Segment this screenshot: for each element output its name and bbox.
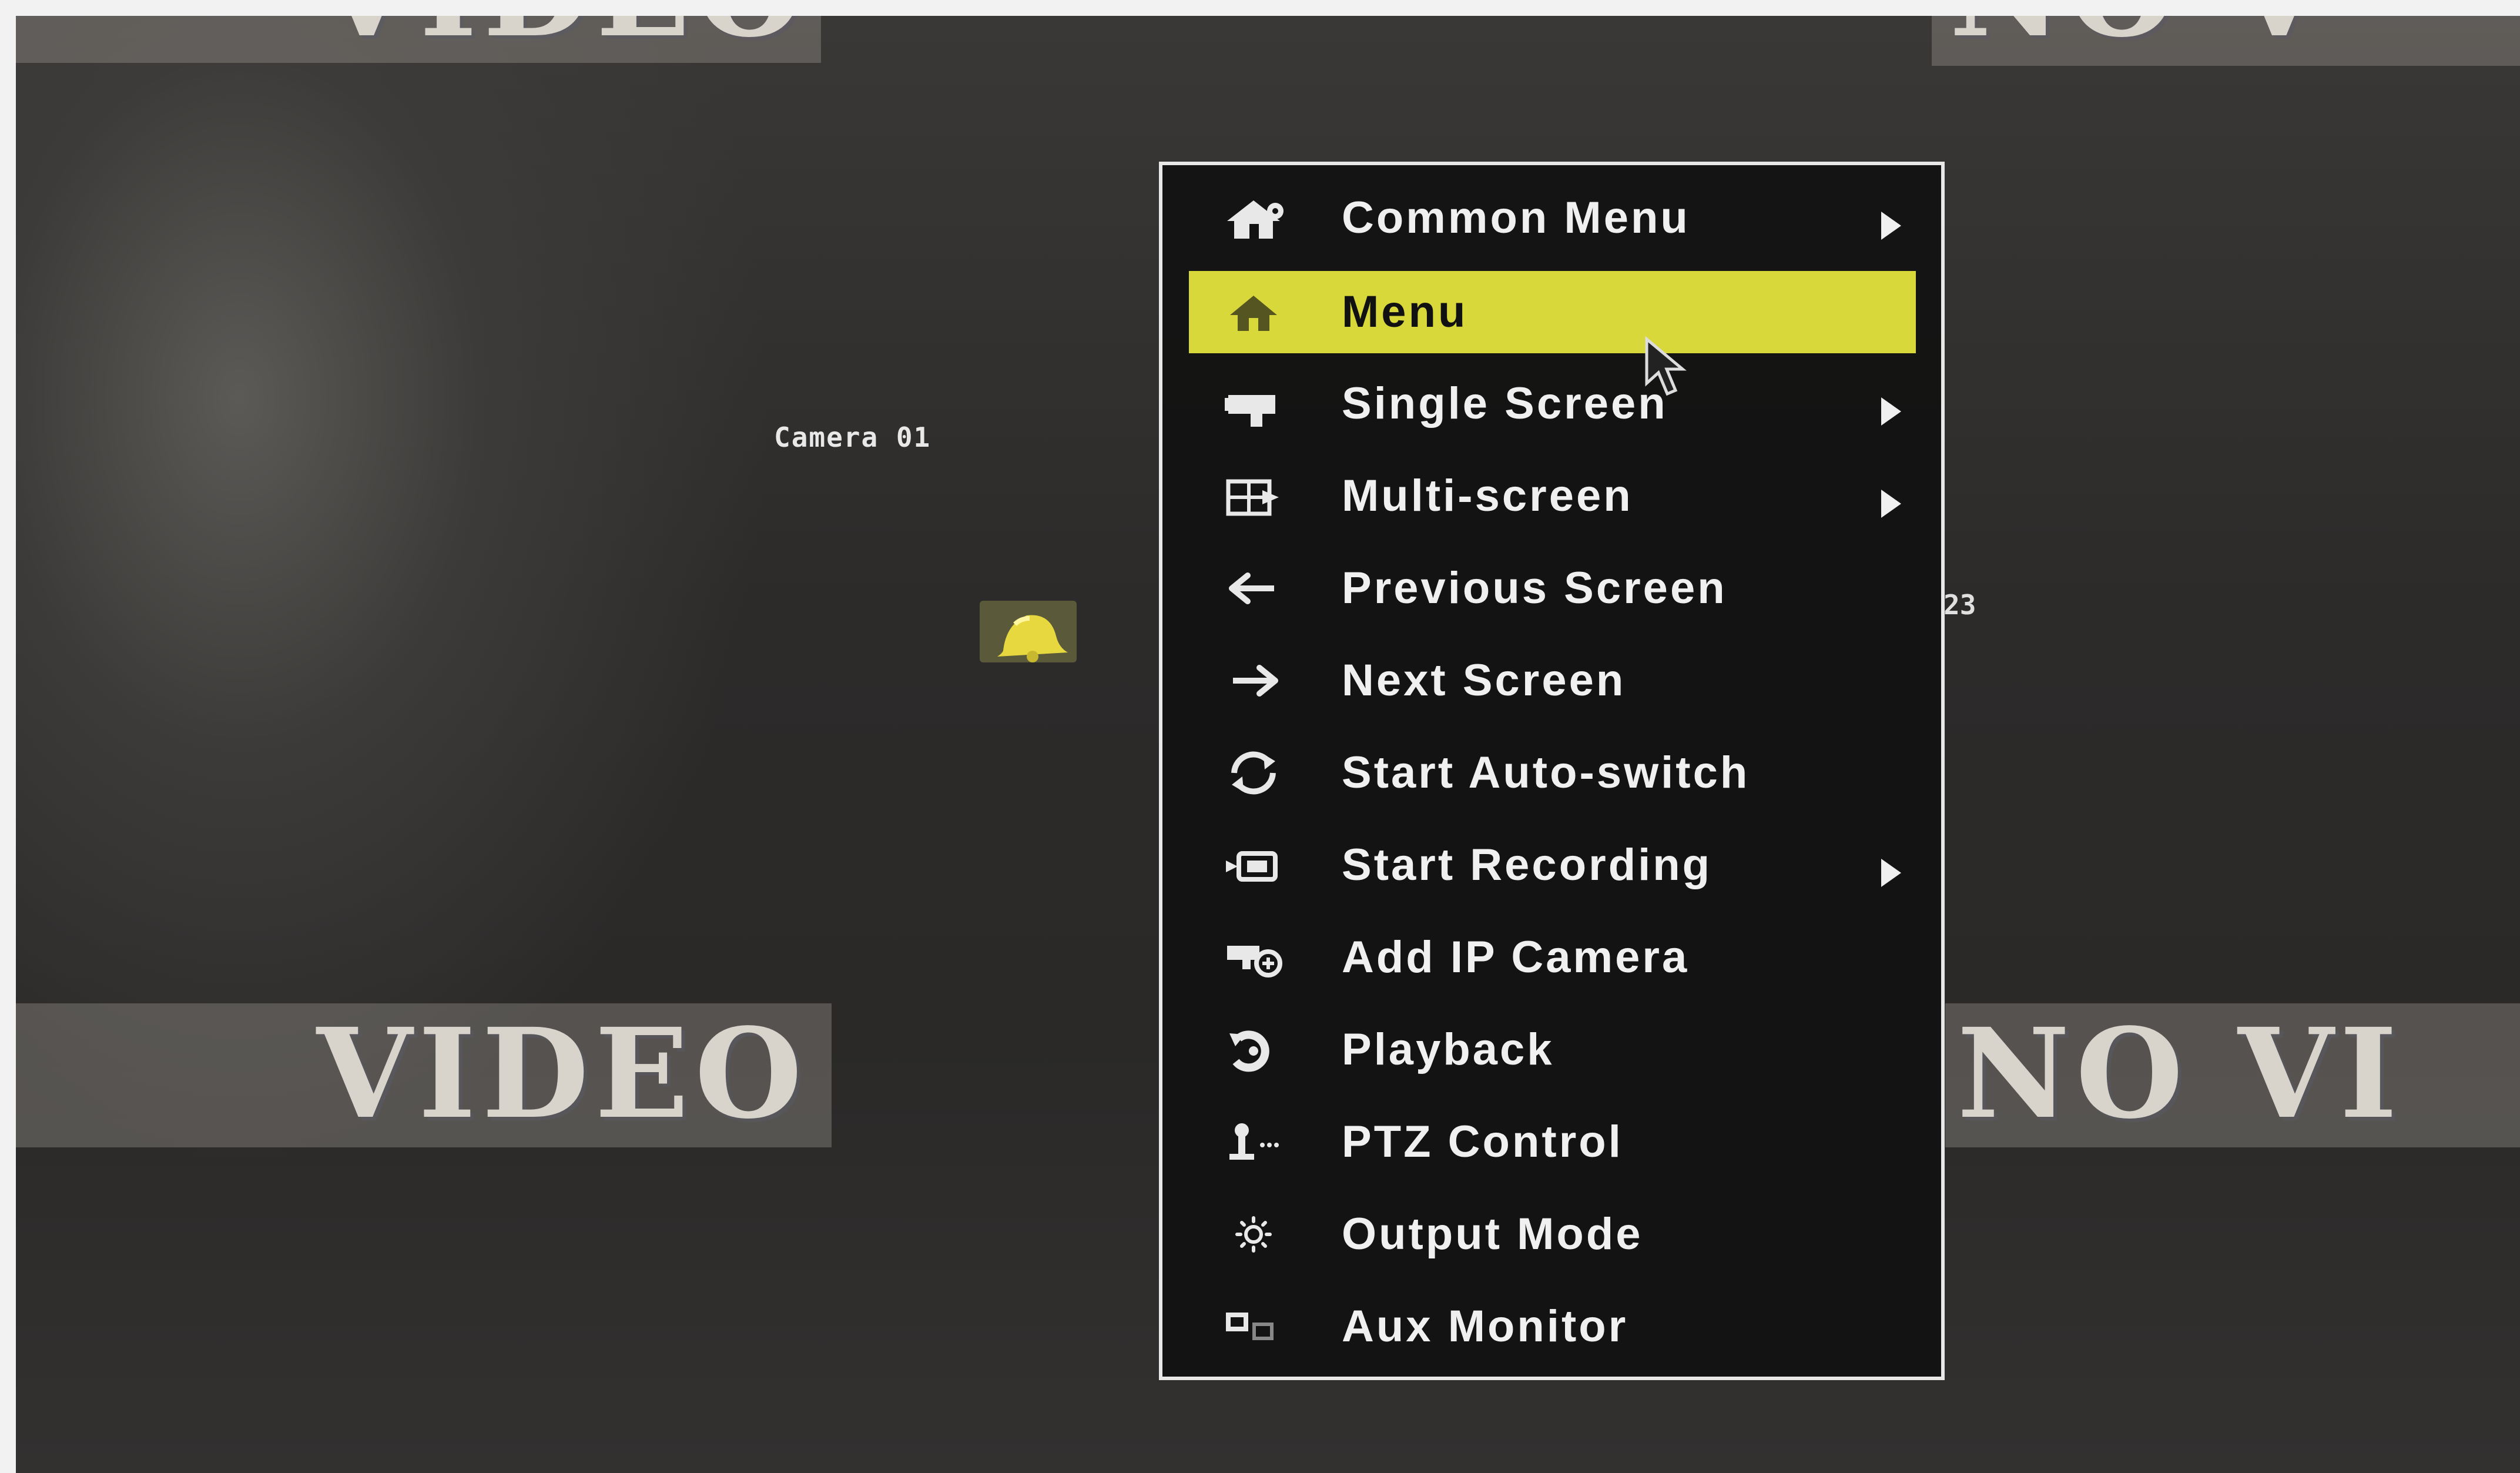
channel-number: 23 bbox=[1943, 589, 1976, 621]
menu-item-ptz-control[interactable]: PTZ Control bbox=[1189, 1101, 1916, 1183]
menu-item-label: Add IP Camera bbox=[1342, 932, 1690, 982]
no-video-banner-top-right: NO V bbox=[1932, 16, 2520, 66]
arrow-left-icon bbox=[1221, 559, 1292, 618]
menu-item-label: Playback bbox=[1342, 1025, 1554, 1074]
live-view-screen: VIDEO NO V VIDEO NO VI Camera 01 23 Comm… bbox=[16, 16, 2520, 1473]
add-camera-icon bbox=[1221, 928, 1292, 987]
camera-icon bbox=[1221, 374, 1292, 433]
menu-item-add-ip-camera[interactable]: Add IP Camera bbox=[1189, 916, 1916, 999]
menu-item-label: Next Screen bbox=[1342, 655, 1626, 705]
arrow-right-icon bbox=[1221, 651, 1292, 710]
menu-item-menu[interactable]: Menu bbox=[1189, 271, 1916, 353]
menu-item-start-recording[interactable]: Start Recording bbox=[1189, 824, 1916, 906]
menu-item-playback[interactable]: Playback bbox=[1189, 1009, 1916, 1091]
menu-item-label: Menu bbox=[1342, 287, 1468, 337]
menu-item-previous-screen[interactable]: Previous Screen bbox=[1189, 547, 1916, 630]
camera-label: Camera 01 bbox=[774, 421, 931, 453]
menu-item-label: Start Auto-switch bbox=[1342, 748, 1750, 798]
menu-item-start-auto-switch[interactable]: Start Auto-switch bbox=[1189, 732, 1916, 814]
menu-item-label: Single Screen bbox=[1342, 379, 1668, 428]
record-icon bbox=[1221, 836, 1292, 895]
mouse-cursor-icon bbox=[1644, 336, 1697, 401]
submenu-arrow-icon bbox=[1876, 849, 1906, 887]
menu-item-label: Output Mode bbox=[1342, 1209, 1643, 1259]
refresh-icon bbox=[1221, 744, 1292, 802]
context-menu: Common Menu Menu Single Screen Multi-scr… bbox=[1159, 162, 1945, 1380]
menu-item-label: Previous Screen bbox=[1342, 563, 1727, 613]
multi-screen-icon bbox=[1221, 467, 1292, 525]
menu-item-output-mode[interactable]: Output Mode bbox=[1189, 1193, 1916, 1276]
menu-item-label: Aux Monitor bbox=[1342, 1301, 1628, 1351]
home-icon bbox=[1221, 283, 1292, 342]
alarm-bell-icon bbox=[980, 601, 1077, 662]
no-video-banner-bottom-left: VIDEO bbox=[16, 1003, 832, 1147]
home-gear-icon bbox=[1221, 189, 1292, 247]
menu-item-multi-screen[interactable]: Multi-screen bbox=[1189, 455, 1916, 537]
menu-item-common-menu[interactable]: Common Menu bbox=[1189, 177, 1916, 259]
submenu-arrow-icon bbox=[1876, 480, 1906, 518]
submenu-arrow-icon bbox=[1876, 387, 1906, 426]
playback-icon bbox=[1221, 1020, 1292, 1079]
sun-icon bbox=[1221, 1205, 1292, 1264]
menu-item-next-screen[interactable]: Next Screen bbox=[1189, 640, 1916, 722]
no-video-banner-bottom-right: NO VI bbox=[1945, 1003, 2520, 1147]
submenu-arrow-icon bbox=[1876, 202, 1906, 240]
ptz-icon bbox=[1221, 1113, 1292, 1171]
menu-item-aux-monitor[interactable]: Aux Monitor bbox=[1189, 1285, 1916, 1368]
no-video-banner-top-left: VIDEO bbox=[16, 16, 821, 63]
menu-item-single-screen[interactable]: Single Screen bbox=[1189, 363, 1916, 445]
menu-item-label: Common Menu bbox=[1342, 193, 1690, 243]
menu-item-label: Multi-screen bbox=[1342, 471, 1633, 521]
menu-item-label: Start Recording bbox=[1342, 840, 1713, 890]
menu-item-label: PTZ Control bbox=[1342, 1117, 1623, 1167]
aux-monitor-icon bbox=[1221, 1297, 1292, 1356]
